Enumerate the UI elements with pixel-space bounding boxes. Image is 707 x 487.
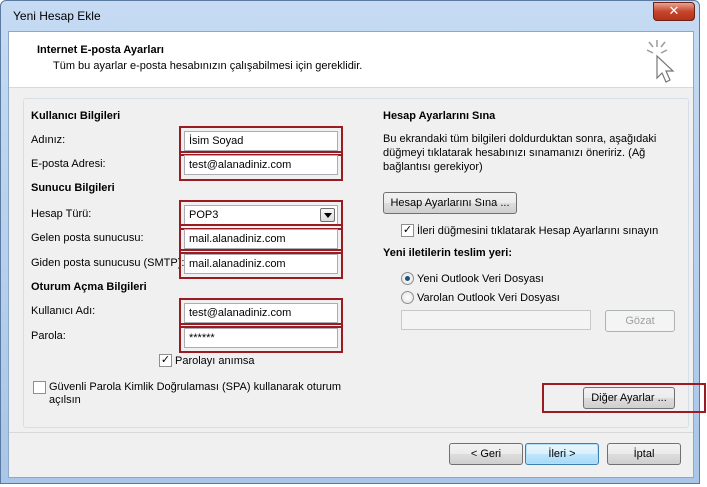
radio-new-data-file-label: Yeni Outlook Veri Dosyası [417,273,544,285]
password-highlight [179,323,343,353]
password-label: Parola: [31,330,66,342]
back-button[interactable]: < Geri [449,443,523,465]
close-button[interactable]: ✕ [653,2,695,21]
footer-separator [9,432,693,433]
radio-new-data-file[interactable] [401,272,414,285]
cursor-click-icon [646,40,675,83]
test-description-line2: düğmeyi tıklatarak hesabınızı sınamanızı… [383,147,646,159]
email-highlight [179,151,343,181]
page-title: Internet E-posta Ayarları [37,44,164,56]
account-type-label: Hesap Türü: [31,208,92,220]
test-description-line3: bağlantısı gerekiyor) [383,161,483,173]
spa-label-line1: Güvenli Parola Kimlik Doğrulaması (SPA) … [49,381,342,393]
browse-button[interactable]: Gözat [605,310,675,332]
test-settings-heading: Hesap Ayarlarını Sına [383,110,496,122]
header-band: Internet E-posta Ayarları Tüm bu ayarlar… [9,32,693,88]
close-icon: ✕ [668,3,680,18]
name-label: Adınız: [31,134,66,146]
title-bar: Yeni Hesap Ekle ✕ [1,1,699,31]
auto-test-checkbox[interactable]: ✓ [401,224,414,237]
next-button[interactable]: İleri > [525,443,599,465]
server-info-heading: Sunucu Bilgileri [31,182,115,194]
page-subtitle: Tüm bu ayarlar e-posta hesabınızın çalış… [53,60,363,72]
radio-existing-data-file[interactable] [401,291,414,304]
test-account-settings-button[interactable]: Hesap Ayarlarını Sına ... [383,192,517,214]
dialog-client-area: Internet E-posta Ayarları Tüm bu ayarlar… [8,31,706,478]
outgoing-server-label: Giden posta sunucusu (SMTP): [31,257,185,269]
user-info-heading: Kullanıcı Bilgileri [31,110,121,122]
existing-file-path-input[interactable] [401,310,591,330]
radio-existing-data-file-label: Varolan Outlook Veri Dosyası [417,292,560,304]
window-title: Yeni Hesap Ekle [13,9,101,23]
dialog-window: Yeni Hesap Ekle ✕ Internet E-posta Ayarl… [0,0,706,484]
outgoing-server-highlight [179,249,343,279]
remember-password-checkbox[interactable]: ✓ [159,354,172,367]
delivery-heading: Yeni iletilerin teslim yeri: [383,247,512,259]
email-label: E-posta Adresi: [31,158,106,170]
spa-checkbox[interactable] [33,381,46,394]
test-description-line1: Bu ekrandaki tüm bilgileri doldurduktan … [383,133,657,145]
more-settings-highlight [542,383,706,413]
auto-test-label: İleri düğmesini tıklatarak Hesap Ayarlar… [417,225,659,237]
cancel-button[interactable]: İptal [607,443,681,465]
username-label: Kullanıcı Adı: [31,305,96,317]
logon-info-heading: Oturum Açma Bilgileri [31,281,147,293]
remember-password-label: Parolayı anımsa [175,355,255,367]
spa-label-line2: açılsın [49,394,81,406]
incoming-server-label: Gelen posta sunucusu: [31,232,144,244]
